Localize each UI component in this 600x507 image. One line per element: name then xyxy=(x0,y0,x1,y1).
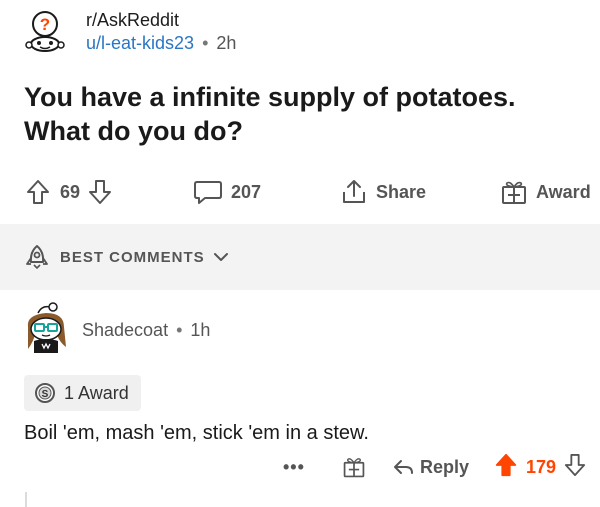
upvote-arrow-icon xyxy=(27,180,49,204)
askreddit-snoo-icon: ? xyxy=(25,11,65,52)
commenter-avatar[interactable] xyxy=(22,301,72,359)
silver-award-icon: S xyxy=(35,383,55,403)
chevron-down-icon xyxy=(213,253,228,261)
post-action-bar: 69 207 Share Award xyxy=(0,170,600,214)
vote-control: 69 xyxy=(26,170,112,214)
subreddit-avatar[interactable]: ? xyxy=(24,9,70,55)
award-label: Award xyxy=(536,181,591,202)
share-label: Share xyxy=(376,181,427,202)
award-button[interactable]: Award xyxy=(500,170,591,214)
comment-action-bar: ••• Reply 179 xyxy=(0,448,600,486)
meta-separator: • xyxy=(176,319,183,340)
more-options-button[interactable]: ••• xyxy=(283,448,305,486)
post-title[interactable]: You have a infinite supply of potatoes. … xyxy=(24,80,584,148)
gift-award-icon xyxy=(343,458,365,478)
comment-count: 207 xyxy=(231,181,262,202)
downvote-arrow-icon xyxy=(564,453,586,476)
post-meta: u/l-eat-kids23 • 2h xyxy=(86,31,236,55)
comment-bubble-icon xyxy=(194,181,222,204)
comment-award-button[interactable] xyxy=(342,448,366,486)
downvote-arrow-icon xyxy=(89,180,112,204)
sort-label: BEST COMMENTS xyxy=(60,248,205,266)
comment-meta: Shadecoat • 1h xyxy=(82,320,210,341)
comment-age: 1h xyxy=(190,319,211,340)
upvote-button[interactable] xyxy=(26,179,50,205)
post-header: ? r/AskReddit u/l-eat-kids23 • 2h xyxy=(24,6,236,58)
share-button[interactable]: Share xyxy=(340,170,426,214)
award-count: 1 Award xyxy=(64,382,129,403)
svg-text:?: ? xyxy=(40,15,50,34)
downvote-button[interactable] xyxy=(88,179,112,205)
svg-text:S: S xyxy=(42,389,49,400)
post-author[interactable]: u/l-eat-kids23 xyxy=(86,31,194,55)
comment-sort-selector[interactable]: BEST COMMENTS xyxy=(0,224,600,290)
reply-button[interactable]: Reply xyxy=(392,448,469,486)
share-icon xyxy=(343,180,365,203)
comment-body: Boil 'em, mash 'em, stick 'em in a stew. xyxy=(24,422,369,444)
post-age: 2h xyxy=(216,33,237,53)
thread-line[interactable] xyxy=(25,492,27,507)
rocket-icon xyxy=(26,245,48,270)
comment-header: Shadecoat • 1h xyxy=(22,300,210,360)
comment-award-badge[interactable]: S 1 Award xyxy=(24,375,141,411)
gift-award-icon xyxy=(502,181,526,204)
comment-author[interactable]: Shadecoat xyxy=(82,320,168,341)
meta-separator: • xyxy=(202,33,209,53)
upvote-arrow-filled-icon xyxy=(495,453,517,476)
comments-button[interactable]: 207 xyxy=(193,170,261,214)
snoo-avatar-icon xyxy=(27,302,66,353)
comment-vote-count: 179 xyxy=(526,456,557,477)
comment-upvote-button[interactable] xyxy=(494,453,518,482)
comment-vote-control: 179 xyxy=(494,448,586,486)
post-meta-block: r/AskReddit u/l-eat-kids23 • 2h xyxy=(86,9,236,55)
post-vote-count: 69 xyxy=(60,181,81,202)
more-dots-icon: ••• xyxy=(283,456,305,477)
subreddit-name[interactable]: r/AskReddit xyxy=(86,9,236,31)
comment-downvote-button[interactable] xyxy=(564,453,586,482)
reply-label: Reply xyxy=(420,456,470,477)
reply-arrow-icon xyxy=(394,460,413,474)
